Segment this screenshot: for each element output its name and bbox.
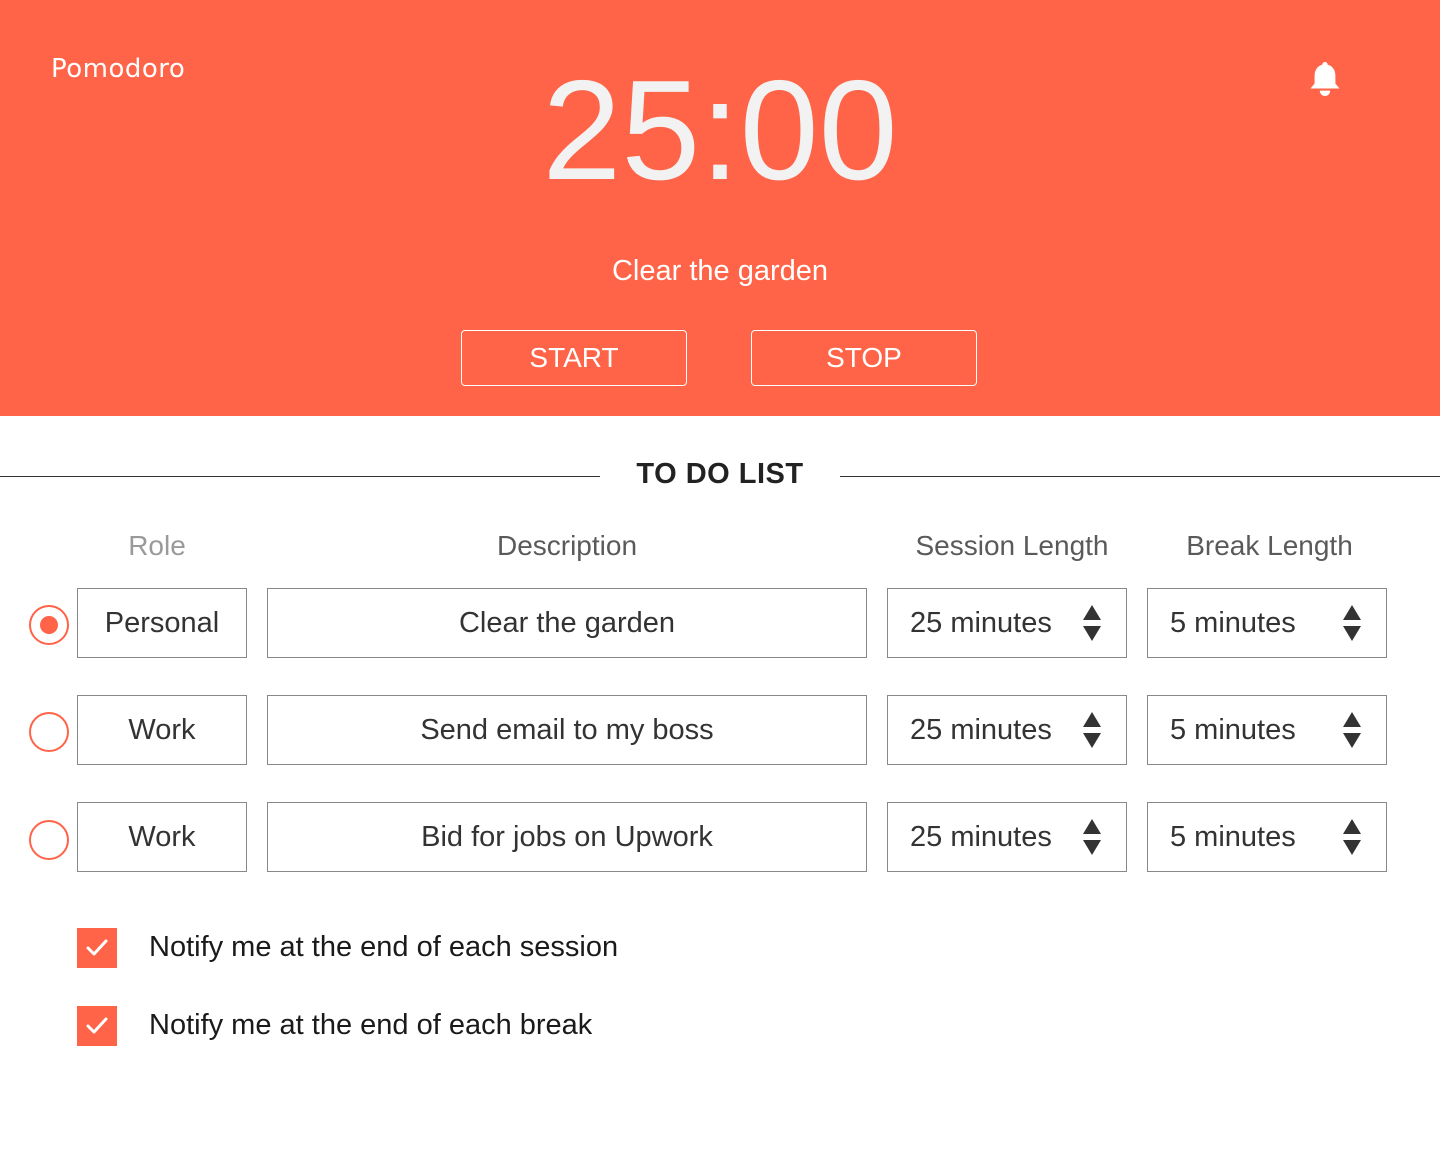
description-field[interactable]: Send email to my boss bbox=[267, 695, 867, 765]
role-field[interactable]: Work bbox=[77, 695, 247, 765]
start-button[interactable]: START bbox=[461, 330, 687, 386]
task-select-radio[interactable] bbox=[29, 712, 69, 752]
stepper-arrows-icon[interactable] bbox=[1082, 818, 1102, 856]
break-length-value: 5 minutes bbox=[1170, 820, 1296, 853]
stepper-arrows-icon[interactable] bbox=[1082, 604, 1102, 642]
todo-list-title: TO DO LIST bbox=[636, 458, 804, 490]
stop-button[interactable]: STOP bbox=[751, 330, 977, 386]
radio-selected-dot bbox=[40, 616, 58, 634]
column-header-role: Role bbox=[128, 530, 186, 561]
notify-session-label: Notify me at the end of each session bbox=[149, 931, 619, 963]
session-length-stepper[interactable]: 25 minutes bbox=[887, 802, 1127, 872]
divider-left bbox=[0, 476, 600, 477]
session-length-stepper[interactable]: 25 minutes bbox=[887, 588, 1127, 658]
session-length-value: 25 minutes bbox=[910, 820, 1052, 853]
column-header-break-length: Break Length bbox=[1186, 530, 1353, 561]
session-length-stepper[interactable]: 25 minutes bbox=[887, 695, 1127, 765]
notify-break-checkbox[interactable] bbox=[77, 1006, 117, 1046]
timer-header: Pomodoro 25:00 Clear the garden START ST… bbox=[0, 0, 1440, 416]
role-field[interactable]: Work bbox=[77, 802, 247, 872]
column-header-description: Description bbox=[496, 530, 638, 561]
divider-right bbox=[840, 476, 1440, 477]
current-task-label: Clear the garden bbox=[611, 255, 829, 287]
session-length-value: 25 minutes bbox=[910, 713, 1052, 746]
break-length-stepper[interactable]: 5 minutes bbox=[1147, 695, 1387, 765]
checkmark-icon bbox=[86, 939, 108, 956]
break-length-value: 5 minutes bbox=[1170, 713, 1296, 746]
role-field[interactable]: Personal bbox=[77, 588, 247, 658]
checkmark-icon bbox=[86, 1017, 108, 1034]
stepper-arrows-icon[interactable] bbox=[1342, 818, 1362, 856]
timer-display: 25:00 bbox=[542, 51, 898, 210]
break-length-value: 5 minutes bbox=[1170, 606, 1296, 639]
break-length-stepper[interactable]: 5 minutes bbox=[1147, 802, 1387, 872]
session-length-value: 25 minutes bbox=[910, 606, 1052, 639]
task-select-radio[interactable] bbox=[29, 605, 69, 645]
task-select-radio[interactable] bbox=[29, 820, 69, 860]
notify-session-checkbox[interactable] bbox=[77, 928, 117, 968]
notify-break-label: Notify me at the end of each break bbox=[149, 1009, 593, 1041]
stepper-arrows-icon[interactable] bbox=[1342, 604, 1362, 642]
stepper-arrows-icon[interactable] bbox=[1082, 711, 1102, 749]
description-field[interactable]: Clear the garden bbox=[267, 588, 867, 658]
break-length-stepper[interactable]: 5 minutes bbox=[1147, 588, 1387, 658]
description-field[interactable]: Bid for jobs on Upwork bbox=[267, 802, 867, 872]
column-header-session-length: Session Length bbox=[915, 530, 1109, 561]
stepper-arrows-icon[interactable] bbox=[1342, 711, 1362, 749]
